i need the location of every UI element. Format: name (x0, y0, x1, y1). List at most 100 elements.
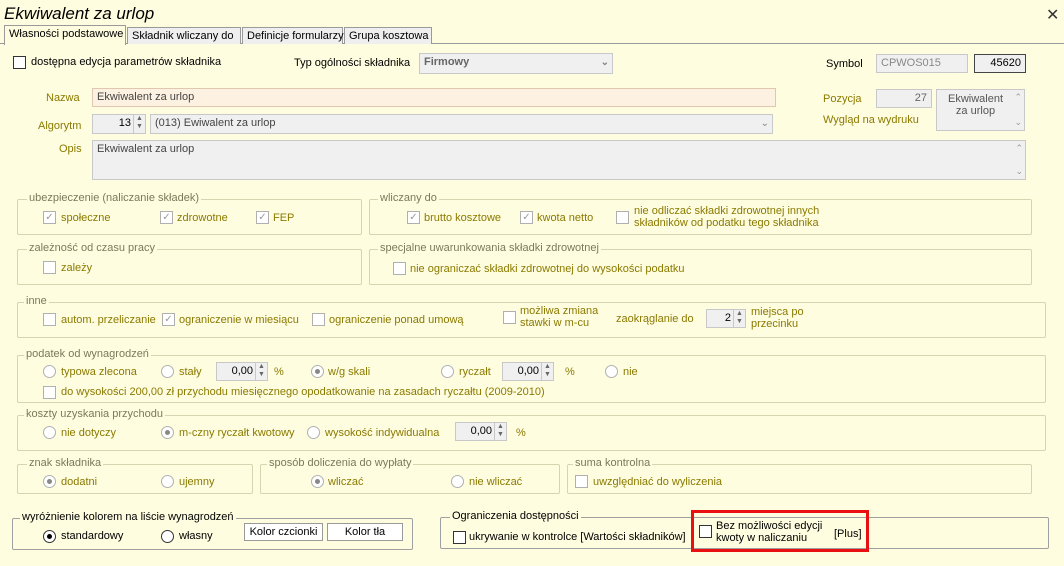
mozliwa-zmiana-checkbox[interactable] (503, 311, 516, 324)
wliczac-radio[interactable] (311, 475, 324, 488)
ryczalt-percent: % (565, 366, 575, 378)
window-title: Ekwiwalent za urlop (4, 4, 155, 23)
algorytm-select[interactable]: (013) Ewiwalent za urlop ⌄ (150, 114, 773, 134)
ryczalt-radio[interactable] (441, 365, 454, 378)
mozliwa-line2: stawki w m-cu (520, 317, 590, 329)
mozliwa-zmiana-label: możliwa zmiana stawki w m-cu (520, 305, 598, 329)
chevron-down-icon: ⌄ (600, 57, 609, 68)
wysokosc-label: wysokość indywidualna (325, 427, 440, 439)
typ-label: Typ ogólności składnika (294, 57, 411, 69)
koszty-spin[interactable]: 0,00 ▲ ▼ (455, 422, 507, 441)
dodatni-label: dodatni (61, 476, 98, 488)
spin-arrows-icon[interactable]: ▲ ▼ (133, 115, 145, 133)
wyroznienie-title: wyróżnienie kolorem na liście wynagrodze… (20, 511, 236, 523)
staly-radio[interactable] (161, 365, 174, 378)
spin-arrows-icon[interactable]: ▲ ▼ (494, 423, 506, 440)
nie-label: nie (623, 366, 638, 378)
nie-ograniczac-label: nie ograniczać składki zdrowotnej do wys… (410, 263, 685, 275)
wlasny-radio[interactable] (161, 530, 174, 543)
nie-dotyczy-radio[interactable] (43, 426, 56, 439)
title-bar (0, 0, 1064, 26)
nie-wliczac-radio[interactable] (451, 475, 464, 488)
tab-grupa-kosztowa[interactable]: Grupa kosztowa (344, 27, 432, 44)
kolor-tla-button[interactable]: Kolor tła (327, 523, 403, 541)
editable-params-label: dostępna edycja parametrów składnika (31, 56, 222, 68)
tab-definicje-formularzy[interactable]: Definicje formularzy (242, 27, 344, 44)
ograniczenie-ponad-label: ograniczenie ponad umową (329, 314, 464, 326)
algorytm-number: 13 (118, 117, 131, 129)
nie-wliczac-label: nie wliczać (469, 476, 523, 488)
fep-checkbox[interactable] (256, 211, 269, 224)
wyglad-textarea[interactable]: Ekwiwalent za urlop ⌃ ⌄ (936, 89, 1025, 131)
uwzgledniac-checkbox[interactable] (575, 475, 588, 488)
staly-percent: % (274, 366, 284, 378)
brutto-checkbox[interactable] (407, 211, 420, 224)
zaokraglanie-label: zaokrąglanie do (616, 313, 694, 325)
wg-skali-radio[interactable] (311, 365, 324, 378)
scroll-down-icon[interactable]: ⌄ (1014, 117, 1022, 128)
scroll-up-icon[interactable]: ⌃ (1014, 92, 1022, 103)
ograniczenie-miesiac-label: ograniczenie w miesiącu (179, 314, 299, 326)
wliczany-title: wliczany do (378, 192, 439, 204)
pozycja-input[interactable]: 27 (876, 89, 932, 108)
dodatni-radio[interactable] (43, 475, 56, 488)
nazwa-input[interactable]: Ekwiwalent za urlop (92, 88, 776, 107)
scroll-up-icon[interactable]: ⌃ (1015, 143, 1023, 154)
staly-value: 0,00 (231, 365, 253, 377)
ograniczenie-ponad-checkbox[interactable] (312, 313, 325, 326)
specjalne-title: specjalne uwarunkowania składki zdrowotn… (378, 242, 601, 254)
ryczalt-spin[interactable]: 0,00 ▲ ▼ (502, 362, 554, 381)
sposob-title: sposób doliczenia do wypłaty (267, 457, 414, 469)
symbol-input[interactable]: CPWOS015 (876, 54, 968, 73)
opis-label: Opis (59, 143, 82, 155)
mozliwa-line1: możliwa zmiana (520, 305, 599, 317)
spin-arrows-icon[interactable]: ▲ ▼ (255, 363, 267, 380)
ukrywanie-checkbox[interactable] (453, 531, 466, 544)
algorytm-label: Algorytm (38, 120, 82, 132)
kolor-czcionki-button[interactable]: Kolor czcionki (244, 523, 323, 541)
standardowy-radio[interactable] (43, 530, 56, 543)
zaleznosc-title: zależność od czasu pracy (27, 242, 157, 254)
mczny-label: m-czny ryczałt kwotowy (179, 427, 295, 439)
tab-wlasnosci-podstawowe[interactable]: Własności podstawowe (4, 25, 126, 45)
wyglad-line1: Ekwiwalent (947, 93, 1004, 105)
zaokraglanie-spin[interactable]: 2 ▲ ▼ (706, 309, 746, 328)
spin-arrows-icon[interactable]: ▲ ▼ (733, 310, 745, 327)
staly-spin[interactable]: 0,00 ▲ ▼ (216, 362, 268, 381)
ubezpieczenie-title: ubezpieczenie (naliczanie składek) (27, 192, 201, 204)
algorytm-number-spin[interactable]: 13 ▲ ▼ (92, 114, 146, 134)
tab-skladnik-wliczany[interactable]: Składnik wliczany do (127, 27, 241, 44)
typowa-radio[interactable] (43, 365, 56, 378)
nie-ograniczac-checkbox[interactable] (393, 262, 406, 275)
miejsca-line1: miejsca po (751, 306, 804, 318)
spoleczne-checkbox[interactable] (43, 211, 56, 224)
opis-value: Ekwiwalent za urlop (97, 143, 195, 155)
ujemny-radio[interactable] (161, 475, 174, 488)
netto-label: kwota netto (537, 212, 594, 224)
ograniczenie-miesiac-checkbox[interactable] (162, 313, 175, 326)
inne-title: inne (24, 295, 49, 307)
netto-checkbox[interactable] (520, 211, 533, 224)
wysokosc-radio[interactable] (307, 426, 320, 439)
zdrowotne-checkbox[interactable] (160, 211, 173, 224)
autom-label: autom. przeliczanie (61, 314, 156, 326)
nie-radio[interactable] (605, 365, 618, 378)
symbol-number-input[interactable]: 45620 (974, 54, 1026, 73)
nie-odliczac-line2: składników od podatku tego składnika (634, 217, 819, 229)
typ-value: Firmowy (424, 56, 470, 68)
editable-params-checkbox[interactable] (13, 56, 26, 69)
do-wysokosci-checkbox[interactable] (43, 386, 56, 399)
scroll-down-icon[interactable]: ⌄ (1015, 166, 1023, 177)
close-icon[interactable]: ✕ (1046, 5, 1059, 25)
spin-arrows-icon[interactable]: ▲ ▼ (541, 363, 553, 380)
nazwa-label: Nazwa (46, 92, 80, 104)
nie-odliczac-checkbox[interactable] (616, 211, 629, 224)
opis-textarea[interactable]: Ekwiwalent za urlop ⌃ ⌄ (92, 140, 1026, 180)
zalezy-checkbox[interactable] (43, 261, 56, 274)
ryczalt-label: ryczałt (459, 366, 491, 378)
autom-checkbox[interactable] (43, 313, 56, 326)
mczny-radio[interactable] (161, 426, 174, 439)
typowa-label: typowa zlecona (61, 366, 137, 378)
wlasny-label: własny (179, 530, 213, 542)
typ-select[interactable]: Firmowy ⌄ (419, 53, 613, 74)
